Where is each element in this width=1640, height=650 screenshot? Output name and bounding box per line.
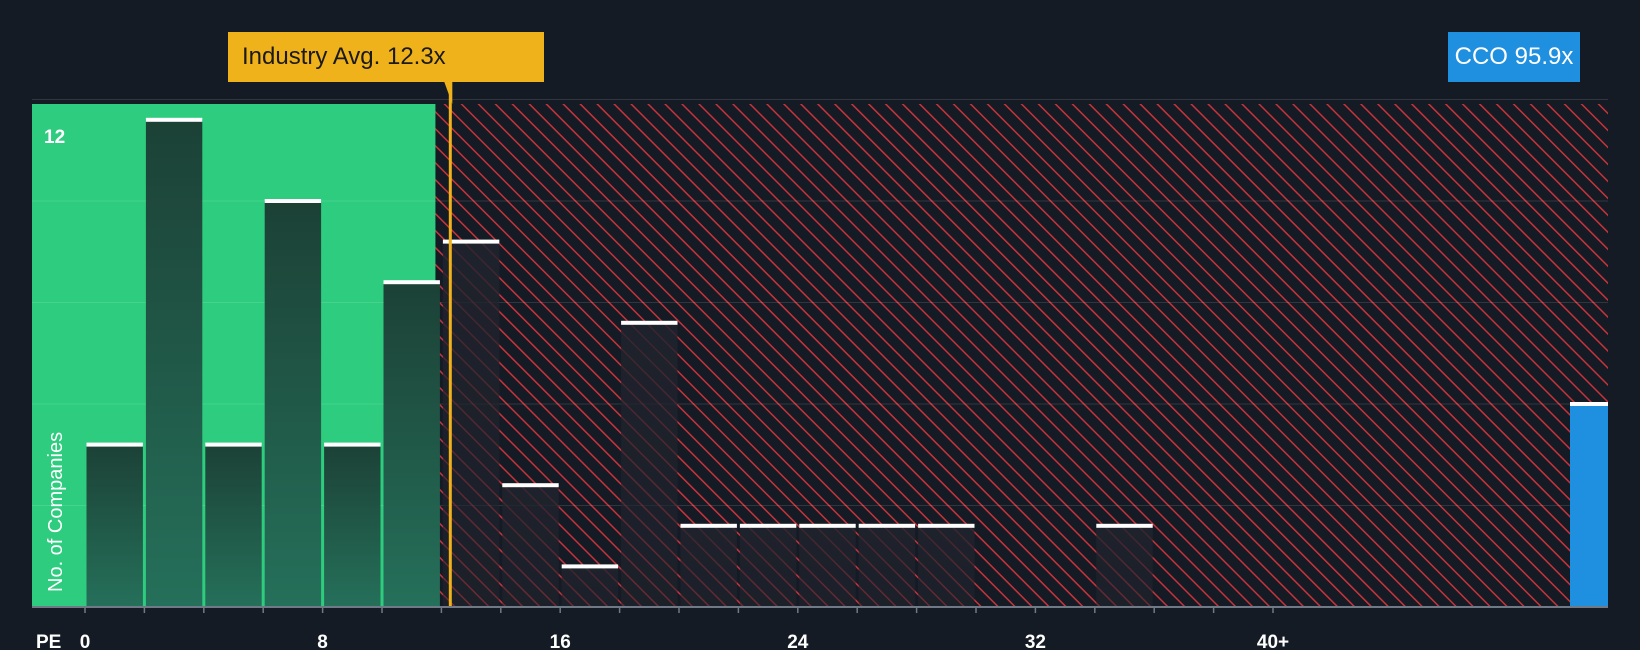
histogram-bar: [858, 525, 916, 607]
histogram-bar: [145, 119, 203, 608]
histogram-bar: [264, 201, 322, 607]
x-axis-label: PE: [36, 632, 61, 650]
histogram-bar-cap: [680, 523, 737, 528]
x-tick-label: 8: [317, 632, 328, 650]
histogram-bar: [918, 525, 975, 607]
histogram-bar-cap: [858, 523, 916, 528]
histogram-bar: [383, 282, 440, 607]
histogram-bar-cap: [205, 442, 262, 447]
company-bar: [1570, 404, 1608, 607]
histogram-bar: [502, 485, 559, 607]
histogram-bar: [324, 444, 381, 607]
histogram-bar: [561, 566, 619, 607]
histogram-bar-cap: [621, 320, 678, 325]
histogram-bar-cap: [264, 199, 322, 203]
chart-root: 0 8 16 24 32 40+ 12 No. of Companies PE Indus…: [0, 0, 1640, 650]
histogram-bar-cap: [1096, 523, 1153, 528]
y-tick-label: 12: [44, 127, 65, 148]
histogram-bar-cap: [145, 117, 203, 122]
x-tick-label: 16: [550, 632, 571, 650]
industry-avg-badge: Industry Avg. 12.3x: [228, 32, 544, 82]
histogram-bar-cap: [86, 442, 143, 447]
histogram-bar: [205, 444, 262, 607]
histogram-bar-cap: [918, 523, 975, 528]
expensive-zone: [435, 104, 1609, 607]
histogram-bar: [739, 525, 797, 607]
histogram-bar: [799, 525, 856, 607]
x-ticks: 0 8 16 24 32 40+: [80, 607, 1289, 650]
histogram-bar-cap: [561, 564, 619, 569]
histogram-bar: [1096, 525, 1153, 607]
pe-histogram: 0 8 16 24 32 40+ 12 No. of Companies PE: [32, 82, 1609, 650]
company-pe-badge: CCO 95.9x: [1448, 32, 1580, 82]
histogram-bar-cap: [739, 523, 797, 528]
histogram-bar: [621, 322, 678, 607]
histogram-bar-cap: [324, 442, 381, 447]
x-tick-label: 24: [787, 632, 809, 650]
histogram-bar: [86, 444, 143, 607]
y-axis-label: No. of Companies: [45, 432, 67, 592]
histogram-bar: [680, 525, 737, 607]
histogram-bar-cap: [799, 523, 856, 528]
company-bar-cap: [1570, 402, 1608, 406]
x-tick-label: 32: [1025, 632, 1046, 650]
histogram-bar-cap: [383, 280, 440, 285]
x-tick-label: 40+: [1257, 632, 1289, 650]
x-tick-label: 0: [80, 632, 91, 650]
histogram-bar-cap: [502, 483, 559, 488]
